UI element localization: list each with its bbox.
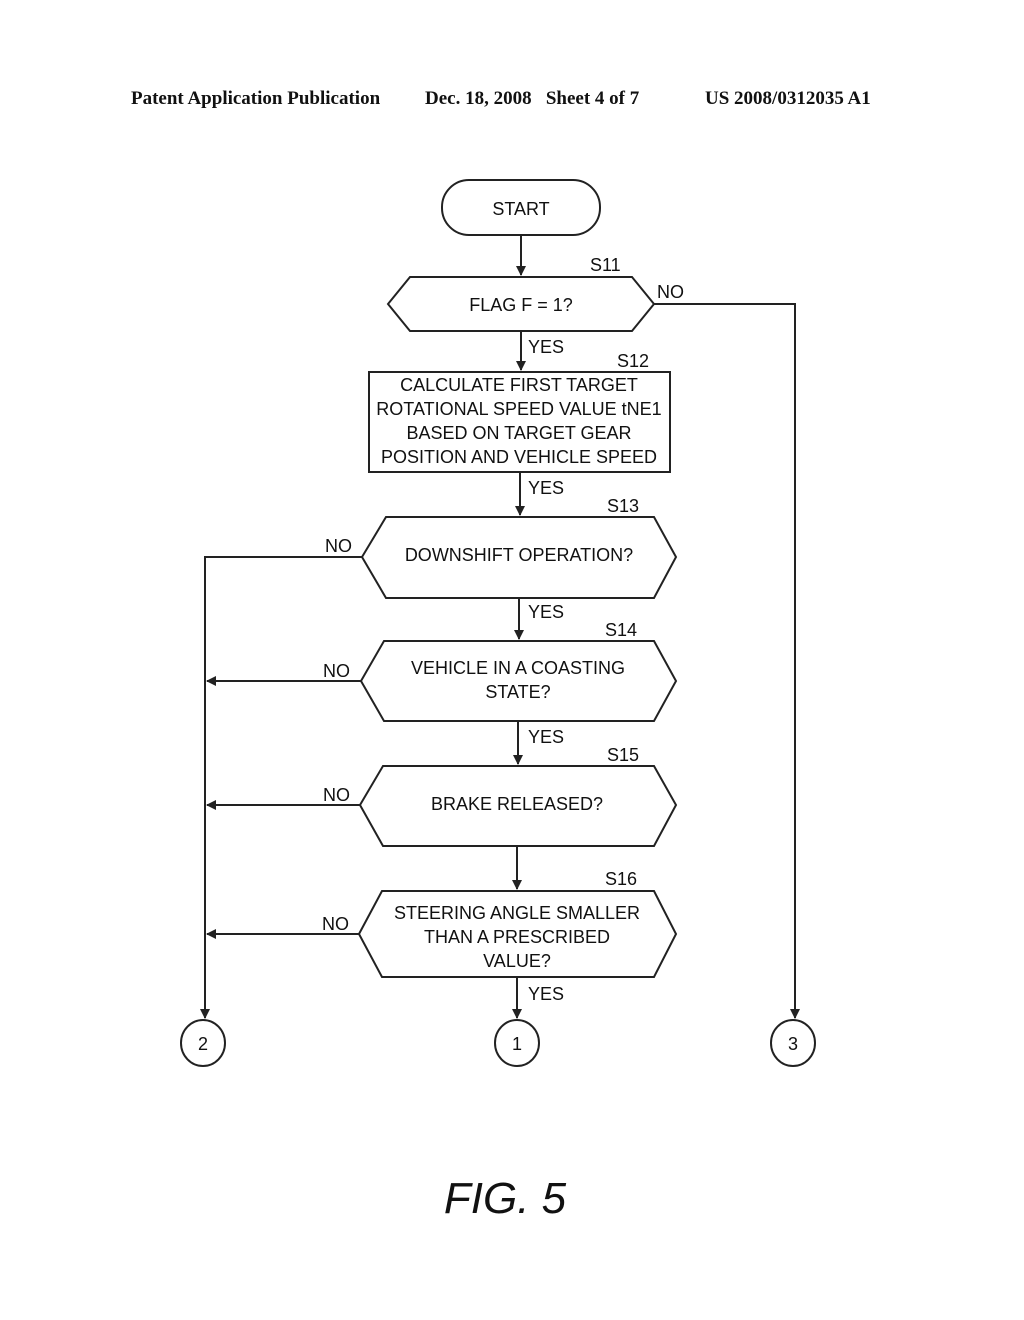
s14-text-line2: STATE? bbox=[485, 682, 550, 702]
figure-label: FIG. 5 bbox=[444, 1174, 567, 1223]
s16-text-line2: THAN A PRESCRIBED bbox=[424, 927, 610, 947]
s16-text-line3: VALUE? bbox=[483, 951, 551, 971]
s16-text-line1: STEERING ANGLE SMALLER bbox=[394, 903, 640, 923]
decision-s14 bbox=[359, 640, 678, 722]
s12-out-label: YES bbox=[528, 478, 564, 498]
s14-no-label: NO bbox=[323, 661, 350, 681]
s15-no-label: NO bbox=[323, 785, 350, 805]
s13-text: DOWNSHIFT OPERATION? bbox=[405, 545, 633, 565]
s12-step-id: S12 bbox=[617, 351, 649, 371]
s14-step-id: S14 bbox=[605, 620, 637, 640]
s15-text: BRAKE RELEASED? bbox=[431, 794, 603, 814]
connector-3-label: 3 bbox=[788, 1034, 798, 1054]
connector-2-label: 2 bbox=[198, 1034, 208, 1054]
s16-no-label: NO bbox=[322, 914, 349, 934]
connector-1-label: 1 bbox=[512, 1034, 522, 1054]
s13-step-id: S13 bbox=[607, 496, 639, 516]
s11-yes-label: YES bbox=[528, 337, 564, 357]
s15-step-id: S15 bbox=[607, 745, 639, 765]
s16-yes-label: YES bbox=[528, 984, 564, 1004]
s13-no-label: NO bbox=[325, 536, 352, 556]
s11-text: FLAG F = 1? bbox=[469, 295, 573, 315]
s12-text-line3: BASED ON TARGET GEAR bbox=[406, 423, 631, 443]
s11-step-id: S11 bbox=[590, 255, 621, 275]
s12-text-line1: CALCULATE FIRST TARGET bbox=[400, 375, 638, 395]
arrow-s11-no-connector3 bbox=[654, 303, 800, 1019]
start-label: START bbox=[492, 199, 549, 219]
s14-text-line1: VEHICLE IN A COASTING bbox=[411, 658, 625, 678]
s12-text-line2: ROTATIONAL SPEED VALUE tNE1 bbox=[376, 399, 661, 419]
s16-step-id: S16 bbox=[605, 869, 637, 889]
s12-text-line4: POSITION AND VEHICLE SPEED bbox=[381, 447, 657, 467]
s13-yes-label: YES bbox=[528, 602, 564, 622]
flowchart: START FLAG F = 1? S11 NO YES S12 CALCULA… bbox=[180, 179, 816, 1223]
s11-no-label: NO bbox=[657, 282, 684, 302]
s14-yes-label: YES bbox=[528, 727, 564, 747]
